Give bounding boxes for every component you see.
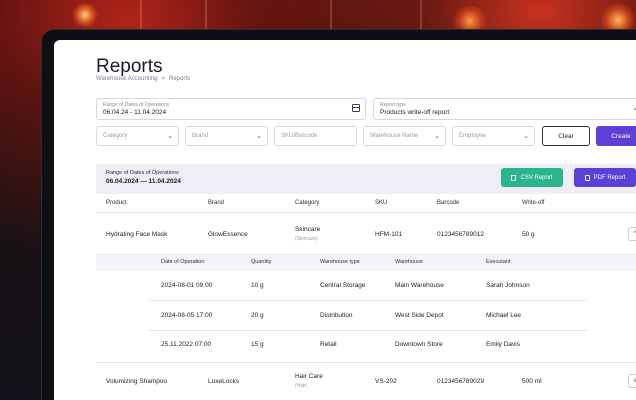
report-type-value: Products write-off report — [380, 109, 450, 116]
chevron-down-icon: ⌄ — [434, 133, 440, 140]
csv-report-label: CSV Report — [520, 174, 553, 181]
chevron-down-icon: ⌄ — [632, 105, 636, 112]
document-icon — [511, 174, 517, 181]
subcolumn-header-date: Date of Operation — [161, 259, 205, 265]
table-cell-writeoff: 500 ml — [522, 378, 542, 385]
subtable-cell-date: 25.11.2022 07:00 — [161, 341, 212, 348]
document-icon — [584, 174, 590, 181]
subcolumn-header-executant: Executant — [486, 259, 511, 265]
column-header-barcode[interactable]: Barcode — [437, 200, 459, 206]
brand-placeholder: Brand — [192, 133, 209, 139]
breadcrumb-item-reports: Reports — [169, 76, 191, 82]
subtable-cell-warehouse: Downtown Store — [395, 341, 443, 348]
employee-placeholder: Employee — [459, 133, 486, 139]
subtable-cell-quantity: 20 g — [251, 312, 264, 319]
subcolumn-header-warehouse: Warehouse — [395, 259, 423, 265]
date-range-picker[interactable]: Range of Dates of Operations 06.04.24 - … — [96, 98, 366, 120]
brand-select[interactable]: Brand ⌄ — [185, 126, 268, 146]
background-lamp — [72, 2, 98, 28]
table-cell-sku: HFM-101 — [375, 231, 403, 238]
summary-range-label: Range of Dates of Operations — [106, 170, 179, 176]
subtable-cell-warehouse-type: Central Storage — [320, 282, 366, 289]
subtable-cell-quantity: 15 g — [251, 341, 264, 348]
table-cell-writeoff: 50 g — [522, 231, 535, 238]
column-header-sku[interactable]: SKU — [375, 200, 387, 206]
subtable-cell-executant: Michael Lee — [486, 312, 522, 319]
subtable-cell-warehouse-type: Retail — [320, 341, 337, 348]
table-cell-product: Hydrating Face Mask — [106, 231, 168, 238]
chevron-down-icon: ⌄ — [256, 133, 262, 140]
pdf-report-button[interactable]: PDF Report — [574, 168, 636, 187]
date-range-label: Range of Dates of Operations — [103, 102, 170, 108]
table-cell-brand: GlowEssence — [208, 231, 248, 238]
breadcrumb-item-warehouse-accounting[interactable]: Warehouse Accounting — [96, 76, 157, 82]
clear-button[interactable]: Clear — [542, 126, 590, 146]
table-cell-category-sub: (Skincare) — [295, 236, 318, 242]
subcolumn-header-quantity: Quantity — [251, 259, 272, 265]
divider — [96, 212, 636, 213]
report-type-label: Report type — [380, 102, 406, 108]
table-cell-product: Volumizing Shampoo — [106, 378, 168, 385]
date-range-value: 06.04.24 - 11.04.2024 — [103, 109, 167, 116]
sku-barcode-placeholder: SKU/Barcode — [281, 133, 318, 139]
table-cell-category: Hair Care — [295, 373, 323, 380]
table-cell-sku: VS-202 — [375, 378, 397, 385]
subtable-cell-warehouse-type: Distribution — [320, 312, 353, 319]
create-button[interactable]: Create — [596, 126, 636, 146]
table-cell-category-sub: (Hair) — [295, 383, 308, 389]
table-cell-category: Skincare — [295, 226, 321, 233]
pdf-report-label: PDF Report — [593, 174, 626, 181]
warehouse-name-placeholder: Warehouse Name — [370, 133, 419, 139]
employee-select[interactable]: Employee ⌄ — [452, 126, 535, 146]
app-screen: Reports Warehouse Accounting > Reports R… — [54, 40, 636, 400]
chevron-down-icon: ⌄ — [523, 133, 529, 140]
column-header-category[interactable]: Category — [295, 200, 319, 206]
calendar-icon[interactable] — [352, 104, 360, 112]
sku-barcode-input[interactable]: SKU/Barcode — [274, 126, 357, 146]
subtable-cell-warehouse: West Side Depot — [395, 312, 444, 319]
category-placeholder: Category — [103, 133, 128, 139]
divider — [149, 330, 587, 331]
column-header-writeoff[interactable]: Write-off — [522, 200, 544, 206]
background-pillar — [330, 0, 332, 30]
csv-report-button[interactable]: CSV Report — [501, 168, 563, 187]
background-pillar — [205, 0, 207, 30]
background-pillar — [140, 0, 142, 30]
chevron-down-icon: ⌄ — [167, 133, 173, 140]
expand-row-button[interactable]: v — [628, 374, 636, 388]
column-header-brand[interactable]: Brand — [208, 200, 224, 206]
report-summary-bar: Range of Dates of Operations 06.04.2024 … — [96, 164, 636, 194]
divider — [96, 362, 636, 363]
divider — [149, 300, 587, 301]
category-select[interactable]: Category ⌄ — [96, 126, 179, 146]
subcolumn-header-warehouse-type: Warehouse type — [320, 259, 360, 265]
subtable-cell-date: 2024-08-05 17:00 — [161, 312, 213, 319]
page-title: Reports — [96, 56, 163, 77]
subtable-cell-date: 2024-08-01 09:00 — [161, 282, 213, 289]
subtable-cell-executant: Emily Davis — [486, 341, 520, 348]
subtable-cell-warehouse: Main Warehouse — [395, 282, 444, 289]
column-header-product[interactable]: Product — [106, 200, 127, 206]
table-cell-brand: LuxeLocks — [208, 378, 240, 385]
collapse-row-button[interactable]: ^ — [628, 227, 636, 241]
warehouse-name-select[interactable]: Warehouse Name ⌄ — [363, 126, 446, 146]
table-cell-barcode: 0123456789029 — [437, 378, 484, 385]
report-type-select[interactable]: Report type Products write-off report ⌄ — [373, 98, 636, 120]
breadcrumb-separator: > — [161, 76, 165, 82]
breadcrumb: Warehouse Accounting > Reports — [96, 76, 190, 82]
subtable-cell-executant: Sarah Johnson — [486, 282, 530, 289]
table-cell-barcode: 0123456789012 — [437, 231, 484, 238]
background-pillar — [420, 0, 422, 30]
subtable-cell-quantity: 10 g — [251, 282, 264, 289]
summary-range-value: 06.04.2024 — 11.04.2024 — [106, 178, 181, 185]
